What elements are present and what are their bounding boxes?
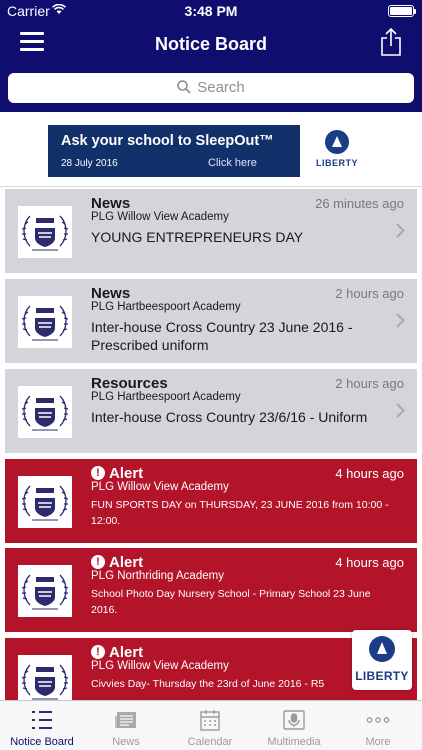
battery-icon — [388, 5, 416, 17]
search-placeholder: Search — [197, 79, 245, 96]
tab-label: Multimedia — [267, 736, 321, 748]
notice-card[interactable]: Resources 2 hours ago PLG Hartbeespoort … — [5, 369, 417, 453]
notice-time: 26 minutes ago — [315, 196, 404, 211]
chevron-right-icon — [396, 403, 405, 418]
notice-type: News — [91, 195, 131, 212]
notice-text: YOUNG ENTREPRENEURS DAY — [91, 229, 304, 245]
school-crest-icon — [18, 206, 72, 258]
chevron-right-icon — [396, 223, 405, 238]
floating-ad[interactable]: LIBERTY — [352, 630, 412, 690]
notice-school: PLG Northriding Academy — [91, 570, 224, 582]
banner-headline: Ask your school to SleepOut™ — [61, 133, 274, 149]
liberty-mark-icon — [325, 130, 349, 154]
banner-date: 28 July 2016 — [61, 158, 118, 169]
tab-notice-board[interactable]: Notice Board — [0, 701, 84, 750]
share-icon[interactable] — [380, 28, 402, 56]
alert-card[interactable]: ! Alert 4 hours ago PLG Northriding Acad… — [5, 548, 417, 632]
notice-school: PLG Willow View Academy — [91, 660, 229, 672]
divider — [0, 186, 422, 187]
tab-label: Notice Board — [10, 736, 74, 748]
list-icon — [32, 711, 52, 729]
notice-type: News — [91, 285, 131, 302]
banner-cta[interactable]: Click here — [208, 157, 257, 169]
newspaper-icon — [115, 712, 136, 728]
chevron-right-icon — [396, 313, 405, 328]
notice-text: Inter-house Cross Country 23 June 2016 -… — [91, 319, 353, 353]
tab-more[interactable]: More — [336, 701, 420, 750]
calendar-icon — [200, 710, 220, 731]
tab-label: News — [112, 736, 140, 748]
floating-ad-text: LIBERTY — [355, 669, 409, 683]
alert-icon: ! — [91, 645, 105, 659]
tab-label: More — [365, 736, 391, 748]
banner-logo-text: LIBERTY — [315, 158, 358, 168]
search-icon — [177, 80, 191, 94]
tab-news[interactable]: News — [84, 701, 168, 750]
notice-text: School Photo Day Nursery School - Primar… — [91, 588, 371, 616]
alert-icon: ! — [91, 466, 105, 480]
tab-calendar[interactable]: Calendar — [168, 701, 252, 750]
notice-type: Alert — [109, 465, 144, 482]
notice-school: PLG Willow View Academy — [91, 481, 229, 493]
page-title: Notice Board — [154, 34, 268, 54]
notice-time: 2 hours ago — [335, 376, 404, 391]
school-crest-icon — [18, 565, 72, 617]
liberty-mark-icon — [369, 636, 395, 662]
notice-time: 2 hours ago — [335, 286, 404, 301]
school-crest-icon — [18, 476, 72, 528]
notice-text: FUN SPORTS DAY on THURSDAY, 23 JUNE 2016… — [91, 499, 389, 527]
notice-text: Inter-house Cross Country 23/6/16 - Unif… — [91, 409, 368, 425]
notice-school: PLG Hartbeespoort Academy — [91, 391, 241, 403]
notice-school: PLG Hartbeespoort Academy — [91, 301, 241, 313]
school-crest-icon — [18, 386, 72, 438]
tab-multimedia[interactable]: Multimedia — [252, 701, 336, 750]
microphone-icon — [283, 710, 305, 730]
alert-card[interactable]: ! Alert 4 hours ago PLG Willow View Acad… — [5, 459, 417, 543]
more-icon — [366, 717, 390, 723]
notice-school: PLG Willow View Academy — [91, 211, 229, 223]
notice-text: Civvies Day- Thursday the 23rd of June 2… — [91, 678, 325, 690]
status-bar: Carrier 3:48 PM — [0, 0, 422, 22]
status-time: 3:48 PM — [184, 3, 238, 19]
notice-type: Alert — [109, 554, 144, 571]
school-crest-icon — [18, 296, 72, 348]
sponsor-banner[interactable]: Ask your school to SleepOut™ 28 July 201… — [48, 125, 374, 177]
tab-bar: Notice Board News Calendar Multimedia Mo… — [0, 700, 422, 750]
notice-type: Alert — [109, 644, 144, 661]
search-input[interactable]: Search — [8, 73, 414, 103]
notice-time: 4 hours ago — [335, 466, 404, 481]
notice-card[interactable]: News 2 hours ago PLG Hartbeespoort Acade… — [5, 279, 417, 363]
header: Carrier 3:48 PM Notice Board Search — [0, 0, 422, 112]
notice-card[interactable]: News 26 minutes ago PLG Willow View Acad… — [5, 189, 417, 273]
liberty-logo: LIBERTY — [300, 125, 374, 177]
notice-time: 4 hours ago — [335, 555, 404, 570]
tab-label: Calendar — [187, 736, 233, 748]
notice-type: Resources — [91, 375, 168, 392]
alert-icon: ! — [91, 555, 105, 569]
